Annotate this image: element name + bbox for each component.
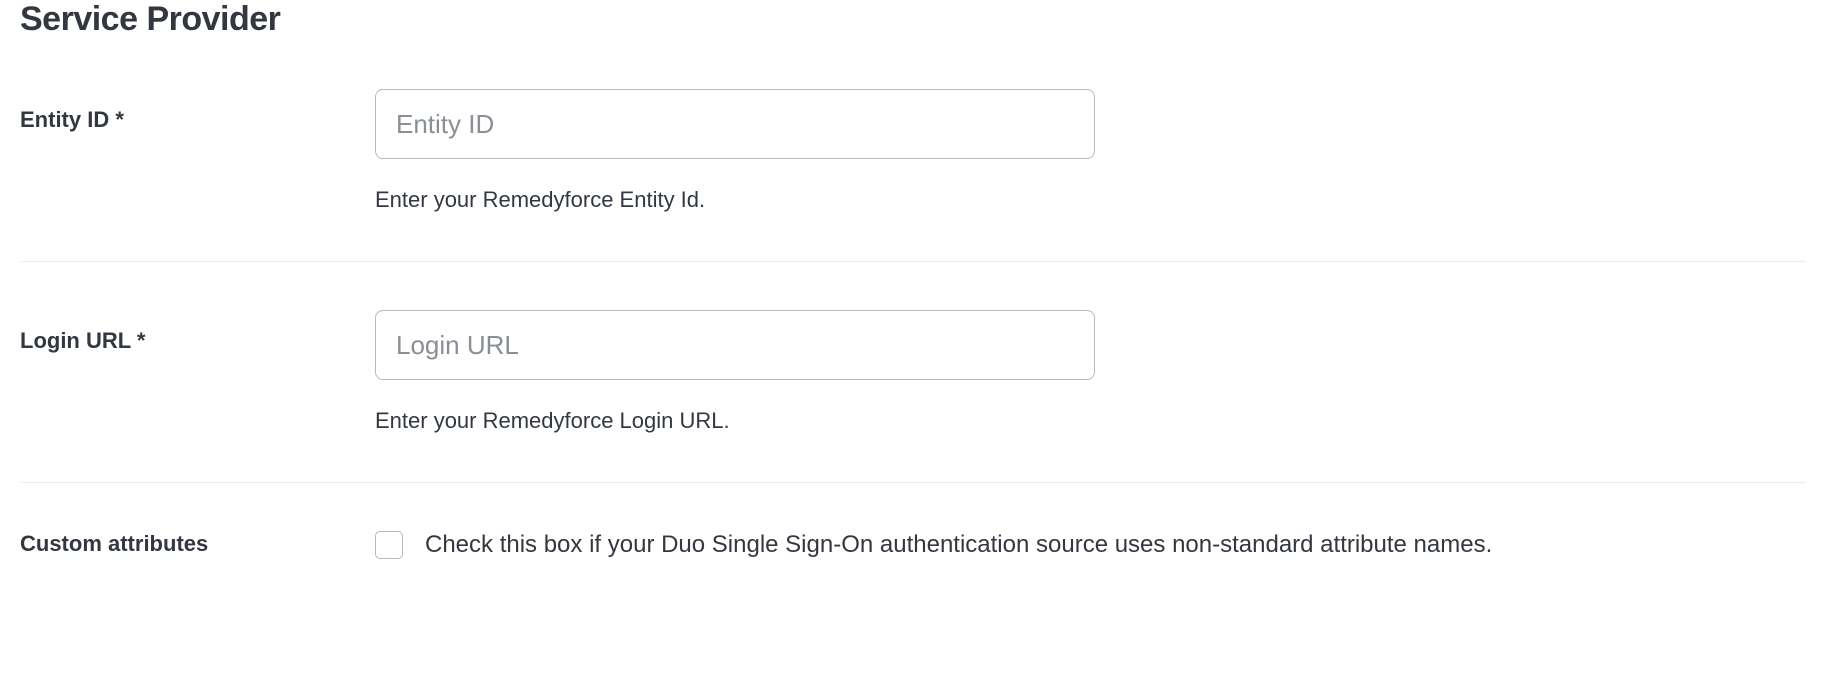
- entity-id-input[interactable]: [375, 89, 1095, 159]
- login-url-input[interactable]: [375, 310, 1095, 380]
- entity-id-content: Enter your Remedyforce Entity Id.: [375, 89, 1806, 213]
- custom-attributes-checkbox-label: Check this box if your Duo Single Sign-O…: [425, 531, 1492, 559]
- custom-attributes-label: Custom attributes: [20, 531, 375, 557]
- entity-id-label: Entity ID *: [20, 89, 375, 133]
- custom-attributes-checkbox[interactable]: [375, 531, 403, 559]
- entity-id-help: Enter your Remedyforce Entity Id.: [375, 187, 1806, 213]
- section-title: Service Provider: [20, 0, 1806, 39]
- login-url-row: Login URL * Enter your Remedyforce Login…: [20, 310, 1806, 483]
- login-url-help: Enter your Remedyforce Login URL.: [375, 408, 1806, 434]
- custom-attributes-checkbox-row: Check this box if your Duo Single Sign-O…: [375, 531, 1806, 559]
- login-url-content: Enter your Remedyforce Login URL.: [375, 310, 1806, 434]
- custom-attributes-row: Custom attributes Check this box if your…: [20, 531, 1806, 559]
- entity-id-row: Entity ID * Enter your Remedyforce Entit…: [20, 89, 1806, 262]
- custom-attributes-content: Check this box if your Duo Single Sign-O…: [375, 531, 1806, 559]
- login-url-label: Login URL *: [20, 310, 375, 354]
